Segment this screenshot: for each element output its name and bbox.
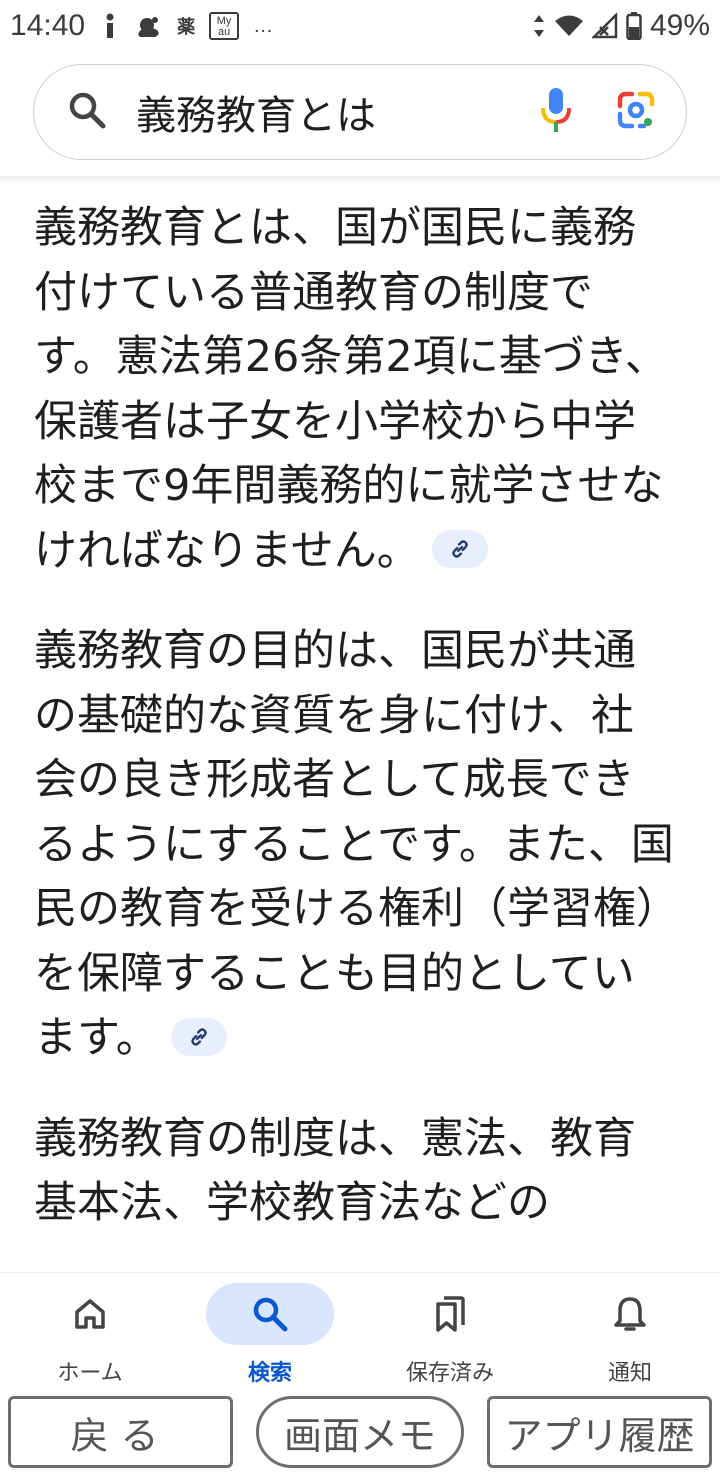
screen: 14:40 薬 My au … 49% 義務教育とは 義務教育とは、国が国民に義… [0,0,720,1480]
nav-home-label: ホーム [57,1361,123,1386]
link-icon [451,540,468,558]
info-icon [99,12,121,40]
status-bar: 14:40 薬 My au … 49% [0,0,720,52]
battery-percent: 49% [649,9,710,42]
system-button-bar: 戻る 画面メモ アプリ履歴 [0,1394,720,1480]
battery-icon [626,12,642,40]
ai-overview-content: 義務教育とは、国が国民に義務付けている普通教育の制度です。憲法第26条第2項に基… [34,196,674,1272]
overview-paragraph: 義務教育とは、国が国民に義務付けている普通教育の制度です。憲法第26条第2項に基… [34,196,674,583]
source-link-button[interactable] [170,1017,227,1056]
screen-memo-button[interactable]: 画面メモ [256,1396,464,1468]
bookmarks-icon [436,1296,465,1332]
nav-notifications[interactable]: 通知 [540,1273,720,1391]
search-icon [253,1297,288,1332]
signal-icon [591,13,618,39]
back-button[interactable]: 戻る [8,1396,233,1468]
my-au-icon: My au [209,12,240,40]
google-lens-icon[interactable] [616,90,656,134]
wifi-icon [554,14,584,38]
search-icon[interactable] [68,91,106,133]
overview-paragraph: 義務教育の目的は、国民が共通の基礎的な資質を身に付け、社会の良き形成者として成長… [34,619,674,1071]
nav-search[interactable]: 検索 [180,1273,360,1391]
paragraph-text: 義務教育の目的は、国民が共通の基礎的な資質を身に付け、社会の良き形成者として成長… [34,626,674,1063]
header-divider [0,176,720,184]
home-icon [75,1299,105,1329]
nav-search-label: 検索 [247,1361,292,1386]
nav-saved-label: 保存済み [405,1361,494,1386]
nav-notifications-label: 通知 [607,1361,652,1386]
source-link-button[interactable] [431,530,488,568]
status-time: 14:40 [10,9,86,42]
microphone-icon[interactable] [540,86,572,138]
paragraph-text: 義務教育とは、国が国民に義務付けている普通教育の制度です。憲法第26条第2項に基… [34,203,668,576]
more-dots-icon: … [253,14,274,37]
search-input[interactable]: 義務教育とは [136,83,540,141]
app-history-button[interactable]: アプリ履歴 [487,1396,712,1468]
medicine-app-icon: 薬 [177,17,196,37]
bottom-navigation: ホーム 検索 保存済み 通知 [0,1272,720,1390]
paragraph-text: 義務教育の制度は、憲法、教育基本法、学校教育法などの [34,1113,636,1229]
weather-icon [135,12,163,40]
search-box[interactable]: 義務教育とは [33,64,687,160]
data-arrows-icon [532,13,546,39]
overview-paragraph: 義務教育の制度は、憲法、教育基本法、学校教育法などの [34,1107,674,1236]
nav-saved[interactable]: 保存済み [360,1273,540,1391]
nav-home[interactable]: ホーム [0,1273,180,1391]
bell-icon [614,1297,646,1331]
link-icon [190,1027,207,1046]
